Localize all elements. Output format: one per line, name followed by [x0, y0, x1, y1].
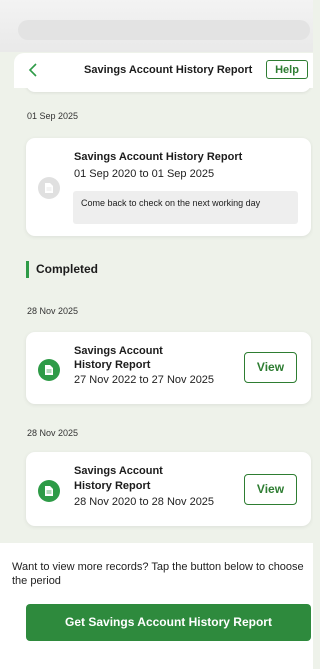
report-title-line2: History Report — [74, 359, 151, 371]
section-heading-completed: Completed — [26, 261, 98, 278]
completed-report-card: Savings Account History Report 28 Nov 20… — [26, 452, 311, 526]
completed-date: 28 Nov 2025 — [27, 428, 79, 438]
report-title-line1: Savings Account — [74, 465, 163, 477]
completed-date: 28 Nov 2025 — [27, 306, 79, 316]
completed-report-card: Savings Account History Report 27 Nov 20… — [26, 332, 311, 404]
help-button[interactable]: Help — [266, 60, 308, 79]
url-bar — [18, 20, 310, 40]
previous-card-edge — [26, 88, 311, 92]
pending-date: 01 Sep 2025 — [27, 111, 79, 121]
get-report-button[interactable]: Get Savings Account History Report — [26, 604, 311, 641]
report-title: Savings Account History Report — [74, 151, 243, 163]
top-bar — [0, 0, 313, 52]
view-button[interactable]: View — [244, 352, 297, 383]
report-range: 01 Sep 2020 to 01 Sep 2025 — [74, 168, 215, 180]
page-header: Savings Account History Report Help — [14, 53, 313, 88]
report-range: 28 Nov 2020 to 28 Nov 2025 — [74, 496, 215, 508]
report-title-line2: History Report — [74, 480, 151, 492]
pending-notice: Come back to check on the next working d… — [73, 191, 298, 224]
pending-notice-text: Come back to check on the next working d… — [81, 198, 261, 208]
bottom-panel: Want to view more records? Tap the butto… — [0, 543, 313, 669]
page-title: Savings Account History Report — [84, 64, 253, 76]
report-range: 27 Nov 2022 to 27 Nov 2025 — [74, 374, 215, 386]
document-icon — [38, 359, 60, 381]
document-icon — [38, 480, 60, 502]
back-chevron-icon[interactable] — [26, 62, 40, 78]
more-records-prompt: Want to view more records? Tap the butto… — [12, 561, 304, 587]
document-icon — [38, 177, 60, 199]
report-list: 01 Sep 2025 Savings Account History Repo… — [14, 88, 313, 543]
report-title-line1: Savings Account — [74, 345, 163, 357]
pending-report-card: Savings Account History Report 01 Sep 20… — [26, 138, 311, 236]
view-button[interactable]: View — [244, 474, 297, 505]
